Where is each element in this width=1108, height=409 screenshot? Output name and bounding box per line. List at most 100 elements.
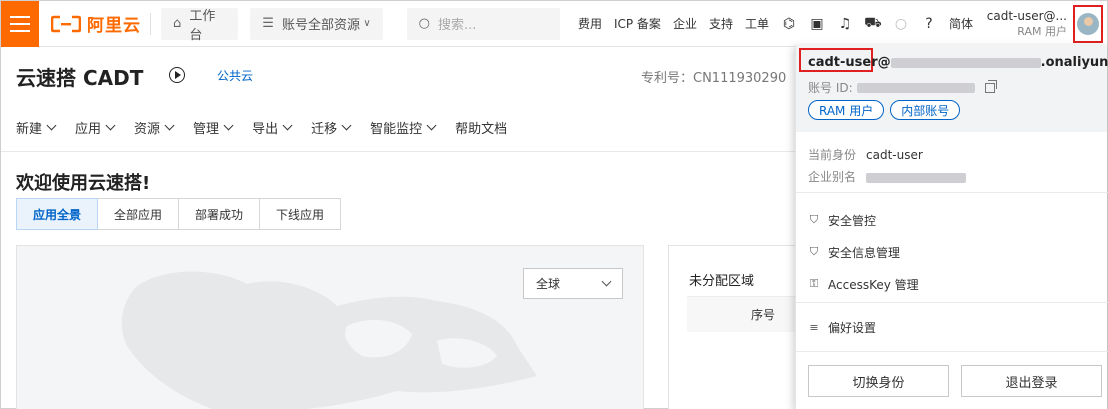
user-summary: cadt-user@.onaliyun.com 账号 ID: RAM 用户 内部… [796,45,1108,132]
menu-label: 偏好设置 [828,320,877,335]
code-icon[interactable]: ⌬ [781,16,797,32]
unassigned-region-title: 未分配区域 [689,274,755,289]
tab-offline[interactable]: 下线应用 [259,198,342,230]
menu-label: 应用 [75,122,102,137]
bell-icon[interactable]: ♫ [837,16,853,32]
menu-label: 资源 [134,122,161,137]
tab-deployed[interactable]: 部署成功 [178,198,261,230]
email-prefix: cadt-user [808,55,878,70]
menu-label: 新建 [16,122,43,137]
shield-info-icon: ⛉ [809,245,819,258]
menu-accesskey[interactable]: ⚿ AccessKey 管理 [808,268,919,300]
menu-label: 迁移 [311,122,338,137]
menu-label: 智能监控 [370,122,423,137]
language-switch[interactable]: 简体 [949,15,973,32]
chevron-down-icon [601,276,612,287]
divider [150,12,152,35]
bulb-icon[interactable]: ○ [893,16,909,32]
menu-preferences[interactable]: ≡ 偏好设置 [808,311,876,343]
copy-icon[interactable] [984,79,997,93]
user-email: cadt-user@.onaliyun.com [808,55,1108,70]
menu-security-control[interactable]: ⛉ 安全管控 [808,204,919,236]
resource-scope-selector[interactable]: ☰ 账号全部资源 ∨ [250,7,383,40]
divider [796,192,1108,193]
region-select[interactable]: 全球 [523,268,623,299]
nav-billing[interactable]: 费用 [578,15,602,32]
menu-application[interactable]: 应用 [75,118,116,137]
menu-manage[interactable]: 管理 [193,118,234,137]
divider [796,302,1108,303]
menu-label: 帮助文档 [455,122,508,137]
workbench-label: 工作台 [189,8,216,43]
dropdown-actions: 切换身份 退出登录 [808,365,1102,397]
avatar-highlight[interactable] [1073,4,1103,43]
identity-info: 当前身份 cadt-user 企业别名 [808,144,967,188]
terminal-icon[interactable]: ▣ [809,16,825,32]
security-menu: ⛉ 安全管控 ⛉ 安全信息管理 ⚿ AccessKey 管理 [808,204,919,300]
identity-label: 当前身份 [808,148,857,162]
top-right-nav: 费用 ICP 备案 企业 支持 工单 ⌬ ▣ ♫ ⛟ ○ ? 简体 cadt-u… [572,1,1107,47]
workbench-button[interactable]: ⌂ 工作台 [161,7,239,43]
blurred-text [890,57,1041,68]
cart-icon[interactable]: ⛟ [864,15,882,32]
menu-label: 导出 [252,122,279,137]
top-navigation-bar: 阿里云 ⌂ 工作台 ☰ 账号全部资源 ∨ ○ 搜索... 费用 ICP 备案 企业… [1,0,1107,47]
chevron-down-icon: ∨ [363,18,371,29]
app-tabs: 应用全景 全部应用 部署成功 下线应用 [16,198,342,230]
search-input[interactable]: ○ 搜索... [406,7,560,40]
logo-text: 阿里云 [87,16,142,36]
nav-support[interactable]: 支持 [709,15,733,32]
aliyun-logo[interactable]: 阿里云 [51,11,146,36]
menu-label: 安全信息管理 [828,245,901,260]
page-title: 云速搭 CADT [16,66,144,90]
search-icon: ○ [418,16,430,31]
nav-ticket[interactable]: 工单 [745,15,769,32]
logout-button[interactable]: 退出登录 [961,365,1102,397]
menu-new[interactable]: 新建 [16,118,57,137]
chevron-down-icon [341,120,352,131]
badge-ram-user: RAM 用户 [808,100,885,120]
play-video-icon[interactable] [169,67,185,83]
home-icon: ⌂ [173,16,182,31]
product-menu: 新建 应用 资源 管理 导出 迁移 智能监控 帮助文档 [16,118,527,137]
nav-icp[interactable]: ICP 备案 [614,15,661,32]
user-badges: RAM 用户 内部账号 [808,100,961,120]
chevron-down-icon [223,120,234,131]
chevron-down-icon [164,120,175,131]
menu-resource[interactable]: 资源 [134,118,175,137]
alias-label: 企业别名 [808,170,857,184]
key-icon: ⚿ [809,277,819,290]
switch-identity-button[interactable]: 切换身份 [808,365,949,397]
menu-export[interactable]: 导出 [252,118,293,137]
blurred-text [856,82,975,93]
badge-internal-account: 内部账号 [890,100,961,120]
tab-app-overview[interactable]: 应用全景 [16,198,99,230]
avatar[interactable] [1077,12,1099,35]
cloud-type-link[interactable]: 公共云 [217,67,253,84]
divider [796,351,1108,352]
search-placeholder: 搜索... [438,18,477,33]
list-icon: ☰ [262,16,274,31]
world-map-panel[interactable]: 全球 [16,245,644,409]
menu-label: 管理 [193,122,220,137]
tab-all-apps[interactable]: 全部应用 [97,198,180,230]
shield-icon: ⛉ [809,213,819,226]
identity-value: cadt-user [866,148,923,162]
nav-enterprise[interactable]: 企业 [673,15,697,32]
menu-label: 安全管控 [828,213,877,228]
chevron-down-icon [105,120,116,131]
user-info[interactable]: cadt-user@... RAM 用户 [985,9,1067,39]
chevron-down-icon [282,120,293,131]
menu-migrate[interactable]: 迁移 [311,118,352,137]
blurred-text [866,172,967,183]
hamburger-menu-icon[interactable] [1,0,40,47]
unassigned-region-panel: 未分配区域 序号 [668,245,827,409]
resource-scope-label: 账号全部资源 [281,18,360,33]
welcome-heading: 欢迎使用云速搭! [16,173,151,194]
menu-monitoring[interactable]: 智能监控 [370,118,437,137]
chevron-down-icon [426,120,437,131]
menu-help-docs[interactable]: 帮助文档 [455,118,507,137]
email-suffix: onaliyun.com [1045,55,1108,70]
help-icon[interactable]: ? [921,16,937,32]
menu-security-info[interactable]: ⛉ 安全信息管理 [808,236,919,268]
